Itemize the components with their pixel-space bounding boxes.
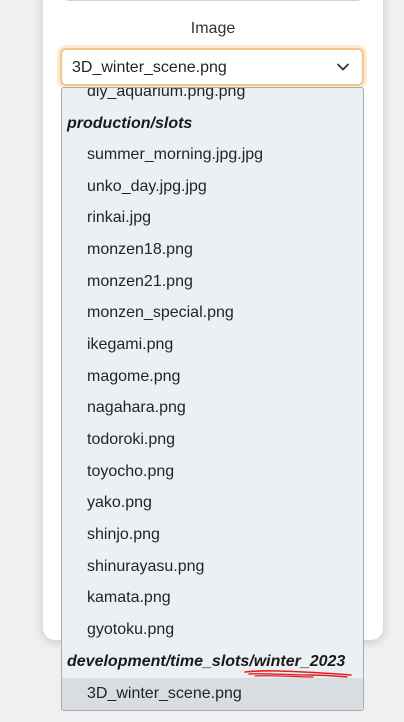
- dropdown-option[interactable]: rinkai.jpg: [87, 202, 151, 233]
- dropdown-option[interactable]: monzen18.png: [87, 234, 193, 265]
- option-group-label: production/slots: [67, 115, 193, 132]
- dropdown-option[interactable]: toyocho.png: [87, 456, 174, 487]
- image-select-value: 3D_winter_scene.png: [72, 59, 227, 76]
- dropdown-option[interactable]: diy_aquarium.png.png: [87, 88, 245, 107]
- image-select[interactable]: 3D_winter_scene.png: [60, 48, 364, 86]
- previous-field[interactable]: [63, 0, 363, 1]
- dropdown-option[interactable]: magome.png: [87, 361, 180, 392]
- image-dropdown-list[interactable]: diy_aquarium.png.png production/slots su…: [61, 87, 364, 711]
- dropdown-option[interactable]: shinjo.png: [87, 519, 160, 550]
- chevron-down-icon: [337, 63, 349, 71]
- dropdown-option[interactable]: kamata.png: [87, 582, 171, 613]
- dropdown-option[interactable]: nagahara.png: [87, 392, 186, 423]
- dropdown-option-label: 3D_winter_scene.png: [87, 685, 242, 702]
- dropdown-option[interactable]: ikegami.png: [87, 329, 173, 360]
- dropdown-option[interactable]: shinurayasu.png: [87, 551, 204, 582]
- dropdown-option[interactable]: monzen_special.png: [87, 297, 234, 328]
- dropdown-option[interactable]: yako.png: [87, 487, 152, 518]
- dropdown-option[interactable]: monzen21.png: [87, 266, 193, 297]
- image-field-label: Image: [190, 20, 236, 37]
- dropdown-option-selected[interactable]: 3D_winter_scene.png: [62, 678, 363, 710]
- dropdown-option[interactable]: gyotoku.png: [87, 614, 174, 645]
- dropdown-option[interactable]: unko_day.jpg.jpg: [87, 171, 207, 202]
- dropdown-option[interactable]: summer_morning.jpg.jpg: [87, 139, 263, 170]
- dropdown-option[interactable]: todoroki.png: [87, 424, 175, 455]
